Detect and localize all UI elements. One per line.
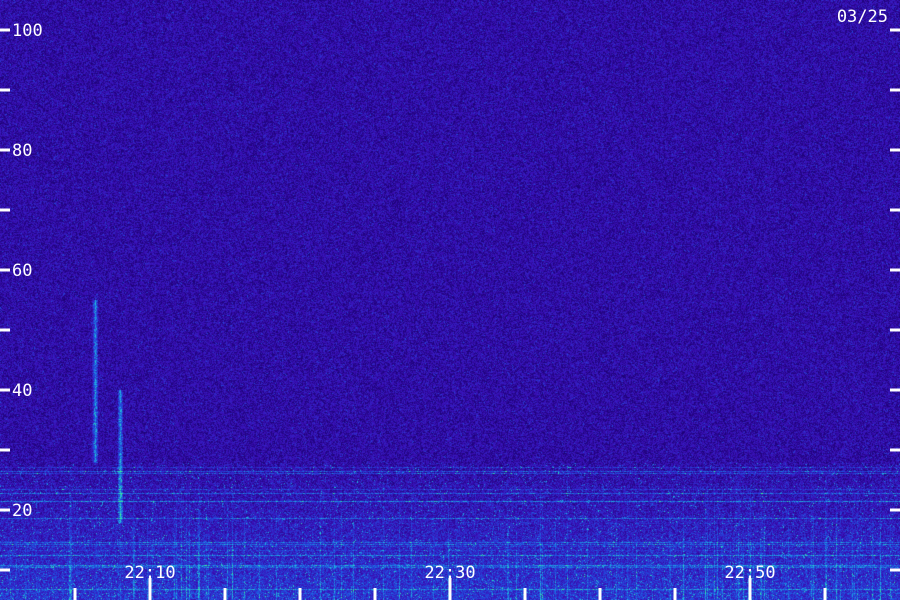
date-label: 03/25 bbox=[837, 7, 888, 27]
y-axis-left: 20 40 60 80 100 bbox=[0, 21, 43, 572]
x-axis: 22:10 22:30 22:50 bbox=[73, 563, 827, 600]
y-tick-label: 40 bbox=[12, 381, 32, 401]
x-tick-label: 22:10 bbox=[124, 563, 175, 583]
axes-overlay: 20 40 60 80 100 22:10 22:30 22:50 03/25 bbox=[0, 7, 900, 600]
x-tick-label: 22:30 bbox=[424, 563, 475, 583]
y-axis-right bbox=[890, 28, 900, 572]
y-tick-label: 80 bbox=[12, 141, 32, 161]
x-tick-label: 22:50 bbox=[724, 563, 775, 583]
spectrogram-chart: 20 40 60 80 100 22:10 22:30 22:50 03/25 bbox=[0, 0, 900, 600]
y-tick-label: 60 bbox=[12, 261, 32, 281]
y-tick-label: 100 bbox=[12, 21, 43, 41]
y-tick-label: 20 bbox=[12, 501, 32, 521]
